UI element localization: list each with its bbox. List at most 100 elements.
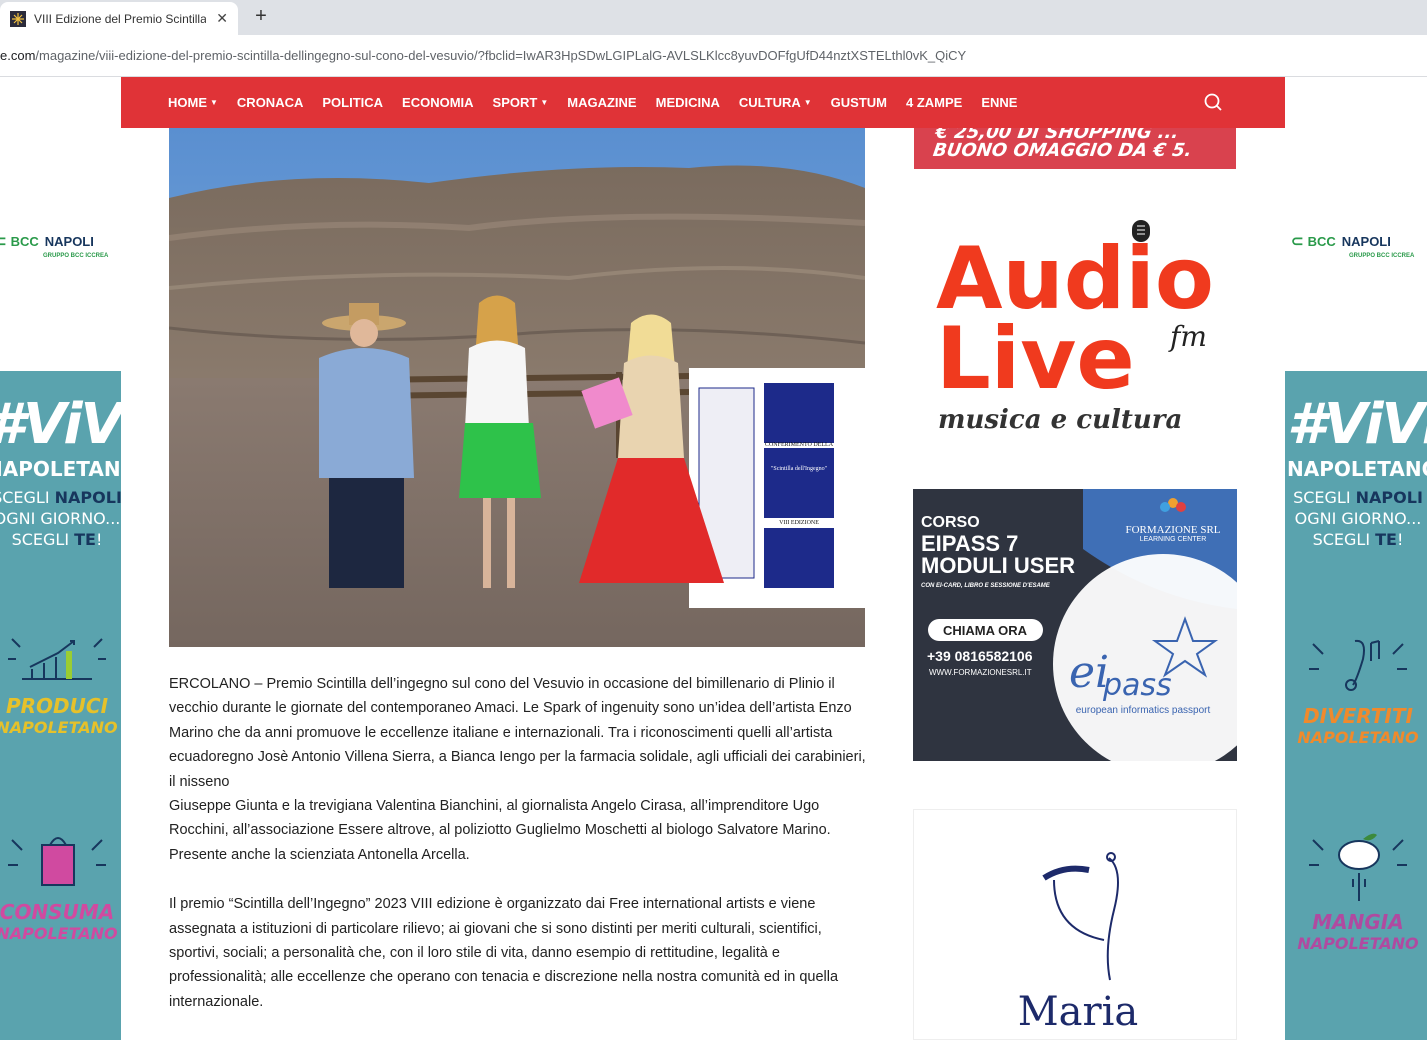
url-text[interactable]: e.com/magazine/viii-edizione-del-premio-…	[0, 48, 966, 63]
maria-ad[interactable]: Maria	[913, 809, 1237, 1040]
tag-text: OGNI GIORNO...	[0, 509, 121, 528]
vivi-tagline: SCEGLI NAPOLI OGNI GIORNO... SCEGLI TE!	[0, 487, 121, 550]
bcc-napoli-text: NAPOLI	[1341, 233, 1391, 249]
consuma-text: CONSUMA	[0, 900, 115, 924]
formazione-name: FORMAZIONE SRL	[1125, 524, 1220, 536]
napoletano-text: NAPOLETANO	[1297, 728, 1419, 747]
promo-banner-ad[interactable]: € 25,00 DI SHOPPING ... BUONO OMAGGIO DA…	[914, 128, 1236, 169]
mangia-ad: MANGIA NAPOLETANO	[1287, 825, 1427, 953]
article-paragraph: ERCOLANO – Premio Scintilla dell’ingegno…	[169, 672, 869, 867]
tag-bold: TE	[74, 530, 96, 549]
fm-label: fm	[1168, 320, 1207, 353]
divertiti-ad: DIVERTITI NAPOLETANO	[1287, 629, 1427, 747]
chiama-ora-label: CHIAMA ORA	[943, 623, 1028, 638]
eipass-logo-sub: european informatics passport	[1076, 705, 1211, 716]
audio-tagline: musica e cultura	[938, 405, 1182, 435]
tag-text: SCEGLI	[0, 488, 50, 507]
nav-item-sport[interactable]: SPORT ▼	[493, 95, 549, 110]
nav-item-home[interactable]: HOME ▼	[168, 95, 218, 110]
promo-line: BUONO OMAGGIO DA € 5.	[931, 140, 1194, 161]
promo-text: € 25,00 DI SHOPPING ... BUONO OMAGGIO DA…	[931, 128, 1195, 161]
eipass-subtitle: CON EI-CARD, LIBRO E SESSIONE D'ESAME	[921, 583, 1051, 589]
formazione-sub: LEARNING CENTER	[1140, 536, 1207, 543]
eipass-title2: MODULI USER	[921, 553, 1075, 578]
article-body: ERCOLANO – Premio Scintilla dell’ingegno…	[169, 672, 869, 1039]
shopping-bag-icon	[8, 837, 106, 886]
tag-text: !	[1396, 530, 1404, 549]
divertiti-text: DIVERTITI	[1303, 704, 1413, 728]
nav-item-4-zampe[interactable]: 4 ZAMPE	[906, 95, 962, 110]
nav-item-cultura[interactable]: CULTURA ▼	[739, 95, 812, 110]
url-path: /magazine/viii-edizione-del-premio-scint…	[35, 48, 967, 63]
chef-hat-fork-icon	[1309, 833, 1407, 901]
vivi-hashtag: #ViVi NAPOLETANO SCEGLI NAPOLI OGNI GIOR…	[0, 392, 121, 550]
site-favicon-icon	[10, 10, 26, 27]
eipass-phone: +39 0816582106	[927, 648, 1033, 664]
article-paragraph-text: ERCOLANO – Premio Scintilla dell’ingegno…	[169, 676, 866, 790]
eipass-logo-pass: pass	[1102, 668, 1172, 703]
tag-text: SCEGLI	[1312, 530, 1376, 549]
audio-live-ad[interactable]: Audio Live fm musica e cultura	[914, 218, 1236, 448]
chevron-down-icon: ▼	[803, 98, 812, 107]
banner-line3: VIII EDIZIONE	[779, 520, 819, 526]
produci-ad: PRODUCI NAPOLETANO	[0, 629, 121, 737]
consuma-ad: CONSUMA NAPOLETANO	[0, 825, 121, 943]
nav-item-magazine[interactable]: MAGAZINE	[567, 95, 636, 110]
tag-text: SCEGLI	[1293, 488, 1356, 507]
new-tab-button[interactable]: +	[250, 5, 272, 28]
browser-tab[interactable]: VIII Edizione del Premio Scintilla ✕	[0, 2, 238, 35]
chart-growth-icon	[8, 638, 106, 680]
vivi-hashtag: #ViVi NAPOLETANO SCEGLI NAPOLI OGNI GIOR…	[1287, 392, 1427, 550]
nav-item-cronaca[interactable]: CRONACA	[237, 95, 303, 110]
banner-line2: "Scintilla dell'Ingegno"	[771, 466, 828, 472]
vivi-tagline: SCEGLI NAPOLI OGNI GIORNO... SCEGLI TE!	[1287, 487, 1427, 550]
bcc-text: BCC	[1307, 233, 1336, 249]
right-side-ad[interactable]: ⊂ BCC NAPOLI GRUPPO BCC ICCREA #ViVi NAP…	[1285, 77, 1427, 1040]
chevron-down-icon: ▼	[210, 98, 218, 107]
eipass-course-ad[interactable]: CORSO EIPASS 7 MODULI USER CON EI-CARD, …	[913, 489, 1237, 761]
bcc-napoli-text: NAPOLI	[44, 233, 94, 249]
tab-close-icon[interactable]: ✕	[216, 10, 228, 27]
tag-bold: NAPOLI	[1355, 488, 1423, 507]
bcc-subtitle: GRUPPO BCC ICCREA	[43, 253, 109, 259]
nav-item-enne[interactable]: ENNE	[981, 95, 1017, 110]
maria-name: Maria	[1018, 989, 1139, 1035]
tag-bold: TE	[1375, 530, 1397, 549]
url-domain: e.com	[0, 48, 36, 63]
main-nav: HOME ▼ CRONACA POLITICA ECONOMIA SPORT ▼ M…	[121, 77, 1285, 128]
tab-title: VIII Edizione del Premio Scintilla	[34, 11, 206, 26]
article-paragraph-text: Giuseppe Giunta e la trevigiana Valentin…	[169, 798, 831, 863]
bcc-text: BCC	[10, 233, 39, 249]
maria-logo: Maria	[1018, 852, 1139, 1035]
banner-line1: CONFERIMENTO DELLA	[765, 442, 834, 448]
produci-text: PRODUCI	[5, 694, 109, 718]
chevron-down-icon: ▼	[540, 98, 549, 107]
tag-text: SCEGLI	[11, 530, 75, 549]
eipass-website: WWW.FORMAZIONESRL.IT	[929, 668, 1032, 677]
napoletano-text: NAPOLETANO	[0, 924, 118, 943]
mangia-text: MANGIA	[1312, 910, 1404, 934]
vivi-napoletano-text: NAPOLETANO	[0, 457, 121, 481]
main-content: CONFERIMENTO DELLA "Scintilla dell'Ingeg…	[121, 128, 1285, 1040]
tag-text: OGNI GIORNO...	[1294, 509, 1422, 528]
napoletano-text: NAPOLETANO	[1297, 934, 1419, 953]
left-side-ad[interactable]: ⊂ BCC NAPOLI GRUPPO BCC ICCREA #ViVi NAP…	[0, 77, 121, 1040]
article-photo: CONFERIMENTO DELLA "Scintilla dell'Ingeg…	[169, 128, 865, 647]
search-icon[interactable]	[1203, 92, 1223, 112]
bcc-mark-icon: ⊂	[0, 233, 7, 250]
vivi-napoletano-text: NAPOLETANO	[1287, 457, 1427, 481]
vivi-hash-text: #ViVi	[0, 392, 121, 457]
bcc-logo: ⊂ BCC NAPOLI	[1291, 232, 1391, 250]
eipass-corso: CORSO	[921, 514, 980, 531]
audio-live-logo: Audio Live fm musica e cultura	[936, 220, 1214, 435]
address-bar[interactable]: e.com/magazine/viii-edizione-del-premio-…	[0, 35, 1427, 77]
article-photo-image: CONFERIMENTO DELLA "Scintilla dell'Ingeg…	[169, 128, 865, 647]
nav-item-economia[interactable]: ECONOMIA	[402, 95, 474, 110]
article-paragraph: Il premio “Scintilla dell’Ingegno” 2023 …	[169, 896, 839, 1010]
bcc-mark-icon: ⊂	[1291, 233, 1304, 250]
nav-item-politica[interactable]: POLITICA	[322, 95, 383, 110]
nav-item-gustum[interactable]: GUSTUM	[831, 95, 887, 110]
nav-item-medicina[interactable]: MEDICINA	[656, 95, 720, 110]
tag-text: !	[95, 530, 103, 549]
eipass-ad-art: CORSO EIPASS 7 MODULI USER CON EI-CARD, …	[913, 489, 1237, 761]
